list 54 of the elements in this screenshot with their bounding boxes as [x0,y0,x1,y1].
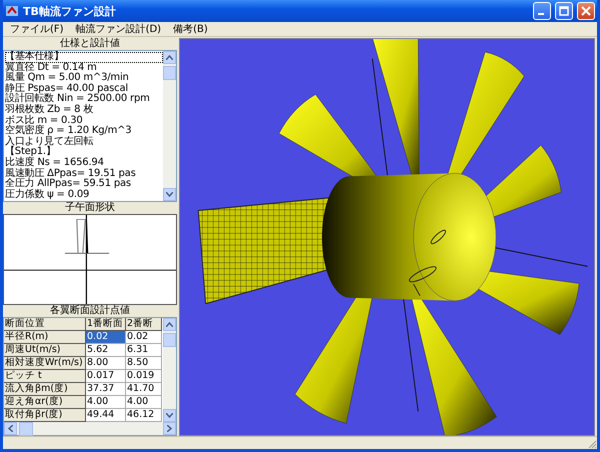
list-item[interactable]: 設計回転数 Nin = 2500.00 rpm [5,94,163,105]
list-item[interactable]: 風量 Qm = 5.00 m^3/min [5,73,163,84]
window-title: TB軸流ファン設計 [23,4,117,18]
scroll-down-icon[interactable] [163,188,176,201]
table-cell[interactable]: 0.019 [126,370,162,383]
list-item[interactable]: 比速度 Ns = 1656.94 [5,158,163,169]
list-item[interactable]: 圧力係数 ψ = 0.09 [5,190,163,200]
table-cell[interactable]: 0.02 [126,331,162,344]
app-icon [5,4,19,18]
scroll-up-icon[interactable] [163,318,176,331]
scroll-left-icon[interactable] [4,422,17,435]
horizontal-scrollbar[interactable] [4,422,176,435]
column-header: 2番断 [126,318,162,331]
list-item[interactable]: 空気密度 ρ = 1.20 Kg/m^3 [5,126,163,137]
column-header: 断面位置 [4,318,86,331]
close-icon [581,6,591,16]
menu-item[interactable]: 軸流ファン設計(D) [70,22,166,36]
table-cell[interactable]: 4.00 [126,396,162,409]
table-cell[interactable]: 0.017 [86,370,126,383]
maximize-button[interactable] [555,2,573,20]
table-cell[interactable]: 5.62 [86,344,126,357]
row-header: 周速Ut(m/s) [4,344,86,357]
table-cell[interactable]: 8.00 [86,357,126,370]
row-header: 取付角βr(度) [4,409,86,422]
scrollbar[interactable] [163,51,176,201]
scroll-right-icon[interactable] [163,422,176,435]
scrollbar[interactable] [163,318,176,422]
list-item[interactable]: 【Step1.】 [5,147,163,158]
scroll-thumb[interactable] [163,66,176,80]
row-header: ピッチ t [4,370,86,383]
maximize-icon [559,6,569,16]
row-header: 迎え角αr(度) [4,396,86,409]
scroll-down-icon[interactable] [163,409,176,422]
table-cell[interactable]: 0.02 [86,331,126,344]
minimize-button[interactable] [533,2,551,20]
table-cell[interactable]: 37.37 [86,383,126,396]
table-cell[interactable]: 41.70 [126,383,162,396]
list-item[interactable]: 全圧力 AllPpas= 59.51 pas [5,179,163,190]
list-item[interactable]: 羽根枚数 Zb = 8 枚 [5,104,163,116]
menu-item[interactable]: 備考(B) [168,22,213,36]
scroll-thumb[interactable] [163,333,176,347]
table-cell[interactable]: 8.50 [126,357,162,370]
table-cell[interactable]: 4.00 [86,396,126,409]
row-header: 相対速度Wr(m/s) [4,357,86,370]
list-item[interactable]: 風速動圧 ΔPpas= 19.51 pas [5,168,163,180]
column-header: 1番断面 [86,318,126,331]
close-button[interactable] [577,2,595,20]
table-cell[interactable]: 6.31 [126,344,162,357]
scroll-thumb[interactable] [19,422,33,436]
row-header: 流入角βm(度) [4,383,86,396]
menu-item[interactable]: ファイル(F) [5,22,69,36]
row-header: 半径R(m) [4,331,86,344]
resize-grip-icon[interactable] [587,439,597,449]
scroll-up-icon[interactable] [163,51,176,64]
